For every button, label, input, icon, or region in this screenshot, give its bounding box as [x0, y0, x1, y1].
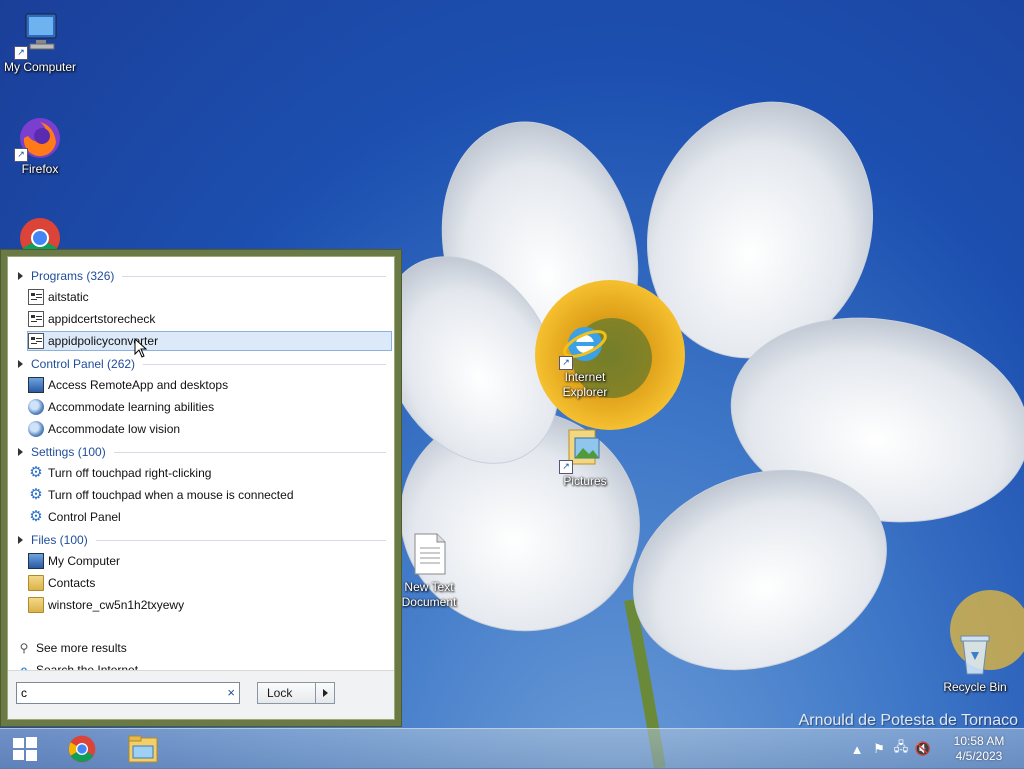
chevron-right-icon	[322, 689, 328, 697]
desktop-icon-label: Recycle Bin	[943, 680, 1007, 694]
result-item[interactable]: ⚙ Turn off touchpad right-clicking	[28, 463, 392, 483]
firefox-icon: ↗	[14, 112, 64, 162]
action-center-flag-icon[interactable]: ⚑	[868, 738, 890, 760]
desktop-icon-my-computer[interactable]: ↗ My Computer	[0, 10, 80, 75]
taskbar-file-explorer-button[interactable]	[118, 731, 168, 767]
taskbar-chrome-button[interactable]	[57, 731, 107, 767]
desktop-icon-recycle-bin[interactable]: Recycle Bin	[935, 630, 1015, 695]
volume-muted-icon[interactable]: 🔇	[912, 738, 934, 760]
result-item[interactable]: aitstatic	[28, 287, 392, 307]
ease-of-access-icon	[28, 421, 44, 437]
result-item[interactable]: ⚙ Turn off touchpad when a mouse is conn…	[28, 485, 392, 505]
result-item[interactable]: Accommodate low vision	[28, 419, 392, 439]
network-icon[interactable]: 🖧	[890, 738, 912, 760]
desktop-icon-firefox[interactable]: ↗ Firefox	[0, 112, 80, 177]
taskbar: ▲ ⚑ 🖧 🔇 10:58 AM 4/5/2023	[0, 728, 1024, 769]
application-icon	[28, 333, 44, 349]
desktop-icon-label: Internet Explorer	[562, 370, 608, 399]
desktop-icon-internet-explorer[interactable]: ↗ Internet Explorer	[545, 320, 625, 400]
gear-icon: ⚙	[29, 508, 43, 525]
folder-icon	[28, 597, 44, 613]
expand-arrow-icon	[18, 360, 23, 368]
desktop-icon-label: Pictures	[563, 474, 607, 488]
search-box: ×	[16, 682, 240, 704]
group-header-files[interactable]: Files (100)	[18, 531, 386, 549]
search-bar-area: × Lock	[8, 670, 394, 719]
chrome-icon	[68, 735, 96, 763]
computer-icon: ↗	[14, 10, 64, 60]
expand-arrow-icon	[18, 448, 23, 456]
internet-explorer-icon: ↗	[559, 320, 609, 370]
mouse-pointer-icon	[134, 338, 148, 358]
remoteapp-icon	[28, 377, 44, 393]
ease-of-access-icon	[28, 399, 44, 415]
pictures-folder-icon: ↗	[559, 424, 609, 474]
result-item[interactable]: My Computer	[28, 551, 392, 571]
gear-icon: ⚙	[29, 464, 43, 481]
contacts-folder-icon	[28, 575, 44, 591]
clock[interactable]: 10:58 AM 4/5/2023	[934, 734, 1024, 764]
result-item[interactable]: Access RemoteApp and desktops	[28, 375, 392, 395]
desktop-icon-label: Firefox	[21, 162, 59, 176]
desktop-icon-label: My Computer	[3, 60, 77, 74]
search-results-list: Programs (326) aitstatic appidcertstorec…	[7, 256, 395, 720]
result-item[interactable]: Contacts	[28, 573, 392, 593]
start-menu-panel: Programs (326) aitstatic appidcertstorec…	[0, 249, 402, 727]
lock-button[interactable]: Lock	[257, 682, 335, 704]
file-explorer-icon	[128, 735, 158, 763]
application-icon	[28, 289, 44, 305]
search-icon: ⚲	[19, 641, 29, 655]
search-input[interactable]	[21, 684, 211, 702]
start-button[interactable]	[0, 731, 50, 767]
power-options-arrow-button[interactable]	[315, 683, 334, 703]
application-icon	[28, 311, 44, 327]
group-header-settings[interactable]: Settings (100)	[18, 443, 386, 461]
clear-search-icon[interactable]: ×	[227, 685, 235, 700]
group-header-control-panel[interactable]: Control Panel (262)	[18, 355, 386, 373]
windows-logo-icon	[13, 737, 37, 761]
result-item[interactable]: winstore_cw5n1h2txyewy	[28, 595, 392, 615]
computer-icon	[28, 553, 44, 569]
system-tray: ▲ ⚑ 🖧 🔇 10:58 AM 4/5/2023	[846, 729, 1024, 769]
result-item-selected[interactable]: appidpolicyconverter	[27, 331, 392, 351]
gear-icon: ⚙	[29, 486, 43, 503]
expand-arrow-icon	[18, 272, 23, 280]
group-header-programs[interactable]: Programs (326)	[18, 267, 386, 285]
expand-arrow-icon	[18, 536, 23, 544]
show-hidden-icons-button[interactable]: ▲	[846, 738, 868, 760]
text-document-icon	[405, 530, 453, 578]
result-item[interactable]: Accommodate learning abilities	[28, 397, 392, 417]
result-item[interactable]: appidcertstorecheck	[28, 309, 392, 329]
see-more-results-link[interactable]: ⚲ See more results	[16, 638, 127, 658]
result-item[interactable]: ⚙ Control Panel	[28, 507, 392, 527]
desktop-icon-pictures[interactable]: ↗ Pictures	[545, 424, 625, 489]
recycle-bin-icon	[951, 630, 999, 678]
